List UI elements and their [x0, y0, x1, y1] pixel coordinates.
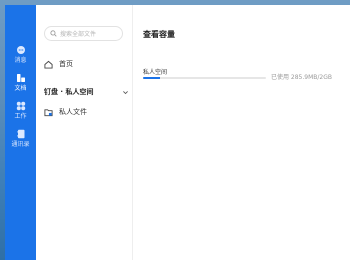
- sidebar-item-home[interactable]: 首页: [44, 57, 132, 71]
- chat-bubble-icon: [16, 46, 25, 54]
- rail-item-label: 文档: [14, 85, 27, 92]
- grid-apps-icon: [16, 101, 25, 111]
- rail-item-label: 消息: [14, 57, 27, 64]
- search-icon: [50, 30, 57, 37]
- rail-item-label: 通讯录: [11, 141, 30, 148]
- search-input[interactable]: 搜索全部文件: [44, 26, 123, 41]
- rail-item-messages[interactable]: 消息: [5, 45, 36, 73]
- rail-item-work[interactable]: 工作: [5, 101, 36, 129]
- storage-progress-fill: [143, 77, 161, 79]
- sidebar-group-drive[interactable]: 钉盘 · 私人空间: [44, 85, 132, 99]
- sidebar-item-private-files[interactable]: 私人文件: [44, 105, 132, 119]
- sidebar-group-label: 钉盘 · 私人空间: [44, 88, 94, 96]
- folder-icon: [44, 108, 53, 116]
- search-placeholder: 搜索全部文件: [60, 31, 97, 38]
- document-icon: [16, 74, 25, 82]
- sidebar-item-label: 首页: [59, 60, 73, 68]
- main-content: 查看容量 私人空间 已使用 285.9MB/2GB: [133, 5, 350, 260]
- app-window: 消息 文档 工作 通讯录 搜索全部文件 首页 钉盘 · 私人空间 私人文件 查看…: [5, 5, 350, 260]
- app-rail: 消息 文档 工作 通讯录: [5, 5, 36, 260]
- home-icon: [44, 60, 53, 69]
- page-title: 查看容量: [143, 30, 175, 39]
- rail-item-contacts[interactable]: 通讯录: [5, 129, 36, 157]
- storage-label: 私人空间: [143, 69, 168, 76]
- rail-item-label: 工作: [14, 113, 27, 120]
- rail-item-documents[interactable]: 文档: [5, 73, 36, 101]
- chevron-down-icon: [123, 90, 128, 94]
- sidebar: 搜索全部文件 首页 钉盘 · 私人空间 私人文件: [36, 5, 133, 260]
- storage-usage-text: 已使用 285.9MB/2GB: [271, 74, 332, 81]
- storage-progress-bar: [143, 77, 266, 79]
- sidebar-item-label: 私人文件: [59, 108, 87, 116]
- contacts-book-icon: [16, 129, 24, 139]
